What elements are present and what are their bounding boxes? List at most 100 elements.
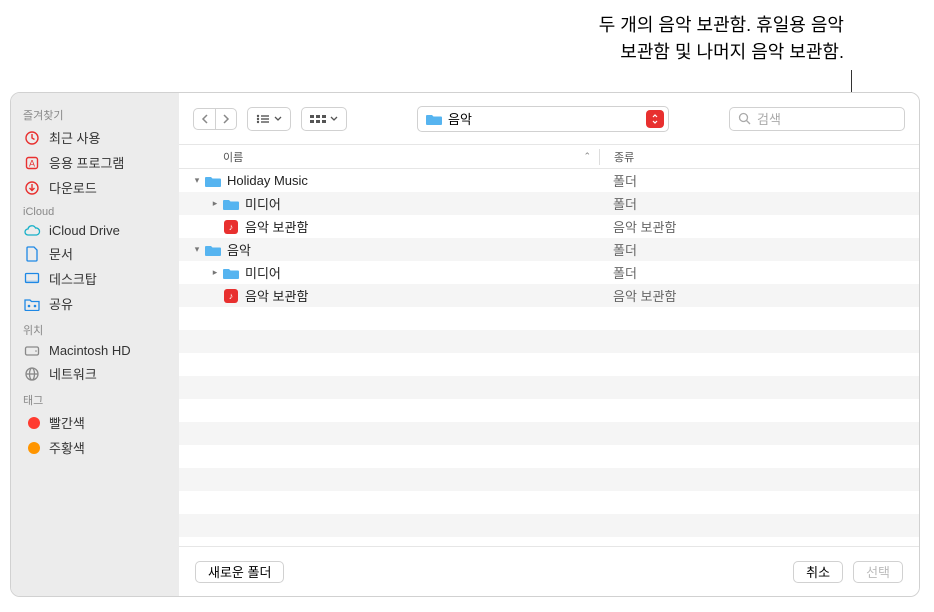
network-icon: [23, 366, 41, 382]
file-kind: 음악 보관함: [599, 286, 676, 305]
sidebar-item[interactable]: iCloud Drive: [11, 220, 179, 241]
sidebar-item-label: 빨간색: [49, 413, 85, 432]
disclosure-icon[interactable]: ▾: [191, 244, 203, 255]
file-kind: 폴더: [599, 240, 637, 259]
sidebar-section-header: 태그: [11, 386, 179, 410]
file-name: 음악 보관함: [245, 217, 308, 236]
music-library-icon: ♪: [221, 289, 241, 303]
disclosure-icon[interactable]: ▸: [209, 267, 221, 278]
sidebar-item[interactable]: 네트워크: [11, 361, 179, 386]
columns-header: 이름 ⌃ 종류: [179, 145, 919, 169]
select-button[interactable]: 선택: [853, 561, 903, 583]
file-row[interactable]: ▾음악폴더: [179, 238, 919, 261]
sidebar-item[interactable]: A 응용 프로그램: [11, 150, 179, 175]
folder-icon: [426, 113, 442, 125]
folder-icon: [221, 198, 241, 210]
desktop-icon: [23, 272, 41, 286]
sidebar-item[interactable]: 최근 사용: [11, 125, 179, 150]
file-row[interactable]: ▾Holiday Music폴더: [179, 169, 919, 192]
sidebar-item-label: 데스크탑: [49, 269, 97, 288]
disclosure-icon[interactable]: ▾: [191, 175, 203, 186]
sidebar-item[interactable]: 다운로드: [11, 175, 179, 200]
column-kind-header[interactable]: 종류: [600, 149, 919, 165]
nav-buttons: [193, 108, 237, 130]
sidebar-item-label: 공유: [49, 294, 73, 313]
toolbar: 음악 검색: [179, 93, 919, 145]
forward-button[interactable]: [215, 108, 237, 130]
sidebar-section-header: 위치: [11, 316, 179, 340]
back-button[interactable]: [193, 108, 215, 130]
app-icon: A: [23, 155, 41, 171]
empty-row: [179, 445, 919, 468]
group-button[interactable]: [301, 107, 347, 131]
cloud-icon: [23, 224, 41, 238]
callout-line2: 보관함 및 나머지 음악 보관함.: [599, 39, 844, 66]
doc-icon: [23, 246, 41, 262]
file-name: 미디어: [245, 263, 281, 282]
sidebar-item[interactable]: 데스크탑: [11, 266, 179, 291]
file-kind: 음악 보관함: [599, 217, 676, 236]
sidebar-item[interactable]: 공유: [11, 291, 179, 316]
chevron-right-icon: [222, 114, 230, 124]
finder-dialog-window: 즐겨찾기최근 사용A응용 프로그램다운로드iCloudiCloud Drive문…: [10, 92, 920, 597]
search-field[interactable]: 검색: [729, 107, 905, 131]
sidebar-item[interactable]: 빨간색: [11, 410, 179, 435]
hdd-icon: [23, 345, 41, 357]
file-row[interactable]: ▸미디어폴더: [179, 261, 919, 284]
column-name-header[interactable]: 이름 ⌃: [179, 149, 599, 165]
group-icon: [310, 114, 326, 124]
callout-line1: 두 개의 음악 보관함. 휴일용 음악: [599, 12, 844, 39]
file-kind: 폴더: [599, 194, 637, 213]
dialog-footer: 새로운 폴더 취소 선택: [179, 546, 919, 596]
disclosure-icon[interactable]: ▸: [209, 198, 221, 209]
svg-text:A: A: [29, 158, 35, 168]
tag-icon: [23, 417, 41, 429]
empty-row: [179, 353, 919, 376]
name-cell: ▾ Holiday Music: [179, 173, 599, 188]
file-row[interactable]: ♪ 음악 보관함 음악 보관함: [179, 215, 919, 238]
clock-icon: [23, 130, 41, 146]
file-name: Holiday Music: [227, 173, 308, 188]
sidebar-item-label: iCloud Drive: [49, 223, 120, 238]
view-list-button[interactable]: [247, 107, 291, 131]
empty-row: [179, 514, 919, 537]
chevron-down-icon: [330, 116, 338, 122]
path-dropdown-toggle[interactable]: [646, 110, 664, 128]
new-folder-button[interactable]: 새로운 폴더: [195, 561, 284, 583]
folder-icon: [203, 175, 223, 187]
chevron-left-icon: [201, 114, 209, 124]
chevron-down-icon: [274, 116, 282, 122]
file-list[interactable]: ▾Holiday Music폴더▸미디어폴더♪음악 보관함음악 보관함▾음악폴더…: [179, 169, 919, 546]
sidebar-item[interactable]: 문서: [11, 241, 179, 266]
name-cell: ♪음악 보관함: [179, 286, 599, 305]
main-panel: 음악 검색 이름 ⌃ 종류: [179, 93, 919, 596]
sidebar: 즐겨찾기최근 사용A응용 프로그램다운로드iCloudiCloud Drive문…: [11, 93, 179, 596]
folder-icon: [203, 244, 223, 256]
sidebar-item-label: 네트워크: [49, 364, 97, 383]
sidebar-item-label: 다운로드: [49, 178, 97, 197]
path-dropdown[interactable]: 음악: [417, 106, 669, 132]
file-name: 미디어: [245, 194, 281, 213]
name-cell: ♪ 음악 보관함: [179, 217, 599, 236]
sidebar-item[interactable]: 주황색: [11, 435, 179, 460]
empty-row: [179, 468, 919, 491]
search-icon: [738, 112, 751, 125]
sidebar-item[interactable]: Macintosh HD: [11, 340, 179, 361]
file-row[interactable]: ♪음악 보관함음악 보관함: [179, 284, 919, 307]
name-cell: ▸ 미디어: [179, 263, 599, 282]
music-library-icon: ♪: [221, 220, 241, 234]
cancel-button[interactable]: 취소: [793, 561, 843, 583]
file-row[interactable]: ▸ 미디어 폴더: [179, 192, 919, 215]
folder-icon: [221, 267, 241, 279]
sidebar-section-header: 즐겨찾기: [11, 101, 179, 125]
name-cell: ▾음악: [179, 240, 599, 259]
empty-row: [179, 376, 919, 399]
list-view-icon: [256, 114, 270, 124]
empty-row: [179, 537, 919, 546]
updown-icon: [651, 114, 659, 124]
empty-row: [179, 422, 919, 445]
name-cell: ▸ 미디어: [179, 194, 599, 213]
path-label: 음악: [448, 109, 472, 128]
sidebar-item-label: 응용 프로그램: [49, 153, 124, 172]
empty-row: [179, 330, 919, 353]
